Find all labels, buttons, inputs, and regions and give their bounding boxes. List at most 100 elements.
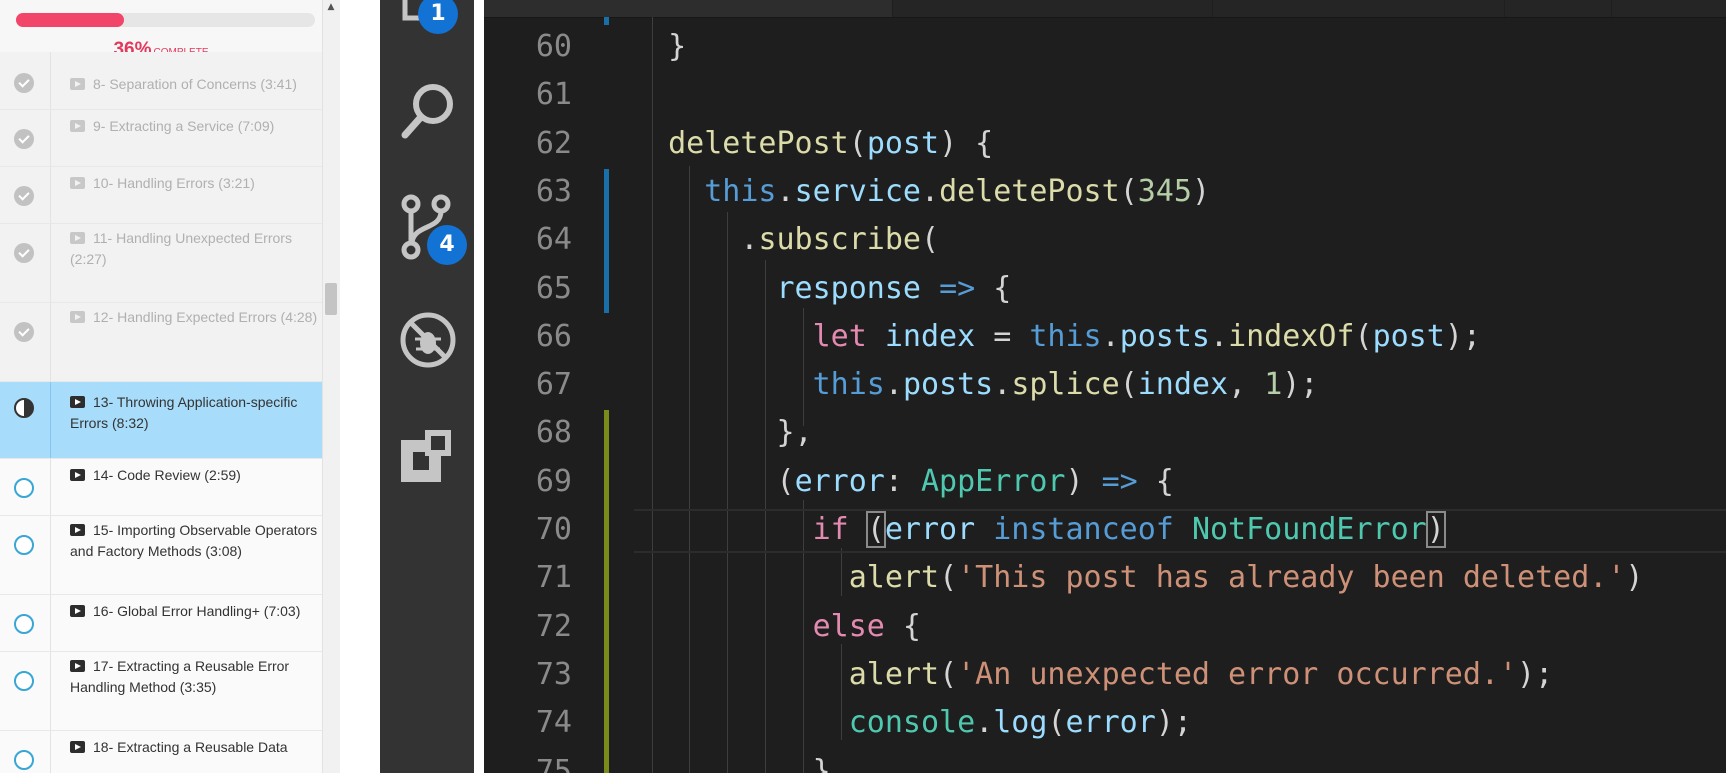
- lecture-title: 17- Extracting a Reusable Error Handling…: [70, 656, 318, 698]
- line-number: 61: [535, 77, 572, 113]
- code-line[interactable]: 74 console.log(error);: [484, 699, 1726, 747]
- code-text: },: [632, 415, 813, 451]
- lecture-title-text: 14- Code Review (2:59): [93, 467, 241, 483]
- code-line[interactable]: 73 alert('An unexpected error occurred.'…: [484, 651, 1726, 699]
- code-line[interactable]: 75 }: [484, 748, 1726, 773]
- completed-check-icon[interactable]: [14, 243, 34, 263]
- debug-button[interactable]: [380, 303, 474, 383]
- code-line[interactable]: 61: [484, 71, 1726, 119]
- lecture-title-text: 18- Extracting a Reusable Data: [93, 739, 288, 755]
- lecture-item[interactable]: 11- Handling Unexpected Errors (2:27): [0, 224, 322, 303]
- not-started-circle-icon[interactable]: [14, 535, 34, 555]
- code-line[interactable]: 64 .subscribe(: [484, 216, 1726, 264]
- line-number: 75: [535, 753, 572, 773]
- code-line[interactable]: 63 this.service.deletePost(345): [484, 168, 1726, 216]
- line-number: 66: [535, 318, 572, 354]
- sidebar-scroll-thumb[interactable]: [325, 283, 337, 315]
- lecture-title-text: 15- Importing Observable Operators and F…: [70, 522, 318, 559]
- completed-check-icon[interactable]: [14, 73, 34, 93]
- not-started-circle-icon[interactable]: [14, 478, 34, 498]
- code-line[interactable]: 62 deletePost(post) {: [484, 120, 1726, 168]
- lecture-title: 15- Importing Observable Operators and F…: [70, 520, 318, 562]
- lecture-item[interactable]: 18- Extracting a Reusable Data: [0, 731, 322, 773]
- scroll-up-arrow-icon[interactable]: ▲: [322, 0, 340, 14]
- line-number: 67: [535, 367, 572, 403]
- lecture-title: 9- Extracting a Service (7:09): [70, 116, 318, 137]
- play-icon: [70, 524, 85, 536]
- lecture-title-text: 12- Handling Expected Errors (4:28): [93, 309, 318, 325]
- explorer-button[interactable]: 1: [380, 0, 474, 40]
- lecture-item[interactable]: 9- Extracting a Service (7:09): [0, 110, 322, 167]
- lecture-item[interactable]: 8- Separation of Concerns (3:41): [0, 52, 322, 110]
- code-text: response => {: [776, 270, 1012, 306]
- code-text: console.log(error);: [848, 705, 1192, 741]
- code-line[interactable]: 72 else {: [484, 603, 1726, 651]
- lecture-item[interactable]: 14- Code Review (2:59): [0, 459, 322, 516]
- code-line[interactable]: 67 this.posts.splice(index, 1);: [484, 361, 1726, 409]
- lecture-list: 8- Separation of Concerns (3:41) 9- Extra…: [0, 52, 322, 773]
- search-button[interactable]: [380, 72, 474, 152]
- code-line[interactable]: 68 },: [484, 409, 1726, 457]
- lecture-item[interactable]: 13- Throwing Application-specific Errors…: [0, 382, 322, 459]
- not-started-circle-icon[interactable]: [14, 614, 34, 634]
- sidebar-scrollbar[interactable]: [322, 0, 340, 773]
- code-line[interactable]: 71 alert('This post has already been del…: [484, 554, 1726, 602]
- progress-bar: [16, 13, 315, 27]
- code-line[interactable]: 70 if (error instanceof NotFoundError): [484, 506, 1726, 554]
- lecture-video[interactable]: 1 4 60} 61 62 deletePost(post) {63 thi…: [340, 0, 1726, 773]
- not-started-circle-icon[interactable]: [14, 750, 34, 770]
- extensions-button[interactable]: [380, 420, 474, 500]
- line-number: 73: [535, 656, 572, 692]
- lecture-divider: [50, 459, 51, 515]
- lecture-title: 16- Global Error Handling+ (7:03): [70, 601, 318, 622]
- code-line[interactable]: 66 let index = this.posts.indexOf(post);: [484, 313, 1726, 361]
- code-text: else {: [812, 608, 921, 644]
- lecture-divider: [50, 595, 51, 651]
- editor-tab[interactable]: [1506, 0, 1612, 17]
- lecture-title: 13- Throwing Application-specific Errors…: [70, 392, 318, 434]
- lecture-item[interactable]: 16- Global Error Handling+ (7:03): [0, 595, 322, 652]
- line-number: 69: [535, 463, 572, 499]
- lecture-title: 11- Handling Unexpected Errors (2:27): [70, 228, 318, 270]
- line-number: 62: [535, 125, 572, 161]
- editor-tab[interactable]: [484, 0, 893, 17]
- search-icon: [401, 84, 453, 139]
- source-control-button[interactable]: 4: [380, 186, 474, 266]
- line-number: 74: [535, 705, 572, 741]
- line-number: 72: [535, 608, 572, 644]
- lecture-divider: [50, 652, 51, 730]
- lecture-title: 12- Handling Expected Errors (4:28): [70, 307, 318, 328]
- play-icon: [70, 741, 85, 753]
- explorer-badge: 1: [418, 0, 458, 34]
- lecture-divider: [50, 167, 51, 223]
- vscode-activity-bar: 1 4: [380, 0, 474, 773]
- code-line[interactable]: 65 response => {: [484, 265, 1726, 313]
- lecture-item[interactable]: 12- Handling Expected Errors (4:28): [0, 303, 322, 382]
- code-line[interactable]: 69 (error: AppError) => {: [484, 458, 1726, 506]
- play-icon: [70, 120, 85, 132]
- lecture-title: 14- Code Review (2:59): [70, 465, 318, 486]
- lecture-item[interactable]: 15- Importing Observable Operators and F…: [0, 516, 322, 595]
- debug-icon: [400, 312, 456, 368]
- completed-check-icon[interactable]: [14, 186, 34, 206]
- lecture-divider: [50, 516, 51, 594]
- course-sidebar: 36%COMPLETE 8- Separation of Concerns (3…: [0, 0, 340, 773]
- line-number: 64: [535, 222, 572, 258]
- not-started-circle-icon[interactable]: [14, 671, 34, 691]
- lecture-item[interactable]: 10- Handling Errors (3:21): [0, 167, 322, 224]
- editor-tab-strip: [484, 0, 1726, 18]
- code-editor[interactable]: 60 } 61 62 deletePost(post) {63 this.servi…: [484, 0, 1726, 773]
- in-progress-icon[interactable]: [14, 398, 34, 418]
- line-number: 71: [535, 560, 572, 596]
- code-text: this.service.deletePost(345): [704, 173, 1210, 209]
- editor-tab[interactable]: [1214, 0, 1505, 17]
- lecture-item[interactable]: 17- Extracting a Reusable Error Handling…: [0, 652, 322, 731]
- completed-check-icon[interactable]: [14, 129, 34, 149]
- completed-check-icon[interactable]: [14, 322, 34, 342]
- lecture-divider: [50, 303, 51, 381]
- lecture-divider: [50, 382, 51, 458]
- code-line[interactable]: 60 }: [484, 23, 1726, 71]
- lecture-divider: [50, 224, 51, 302]
- line-number: 63: [535, 173, 572, 209]
- editor-tab[interactable]: [894, 0, 1213, 17]
